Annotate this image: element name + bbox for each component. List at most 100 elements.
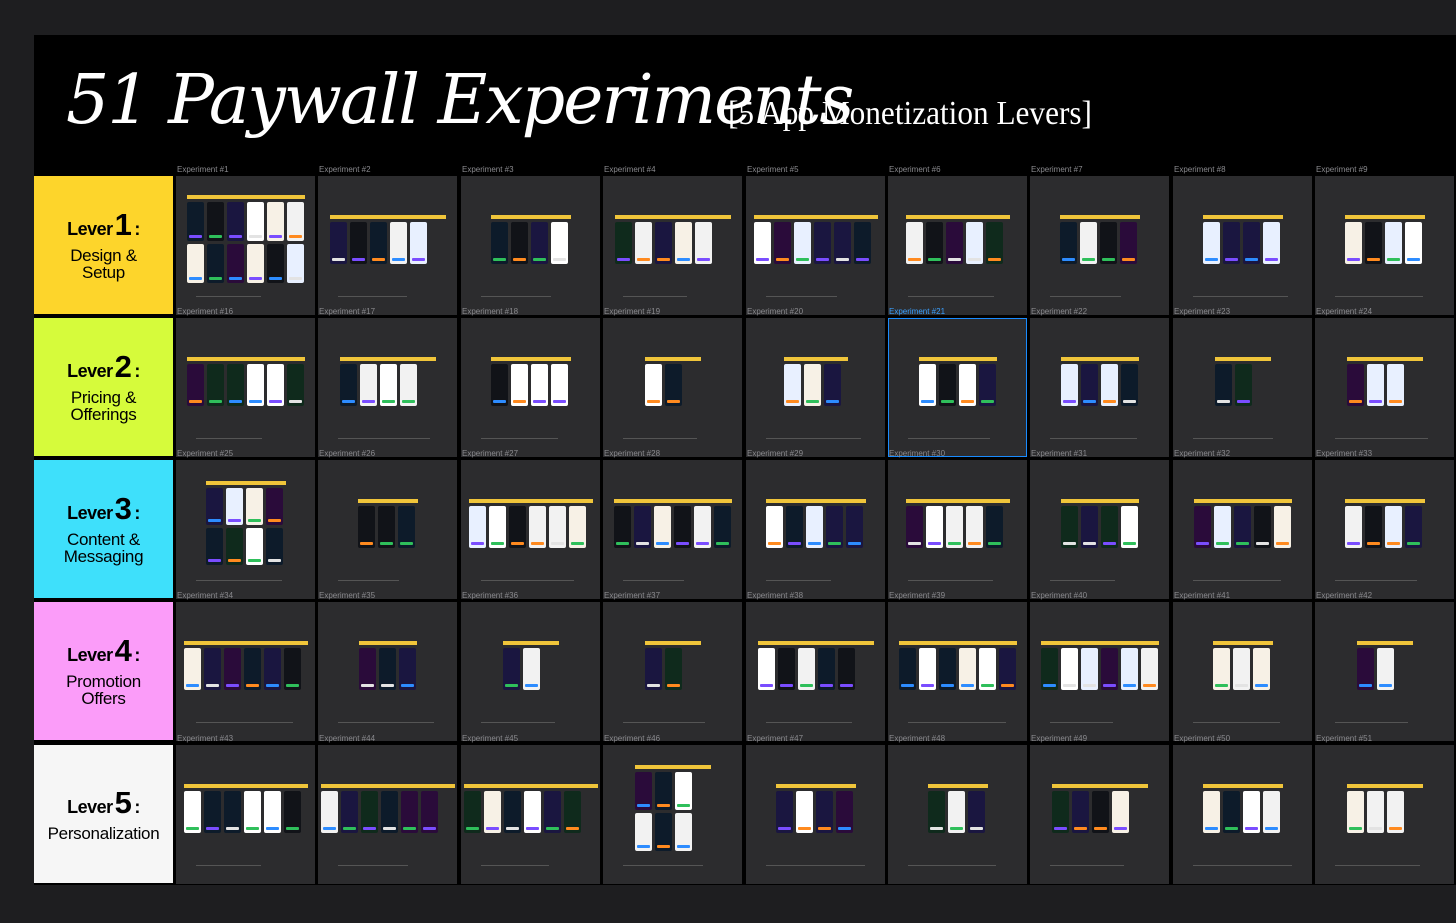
experiment-card[interactable] [888,318,1027,457]
mockup-cta-button [266,684,279,687]
experiment-card[interactable] [603,602,742,741]
paywall-screen-mockup [824,364,841,406]
mockup-cta-button [1369,400,1382,403]
experiment-card[interactable] [176,460,315,599]
thumbnail-caption-line [1050,722,1113,723]
paywall-screen-mockup [370,222,387,264]
experiment-label: Experiment #18 [462,307,519,316]
paywall-screen-mockup [491,222,508,264]
experiment-card[interactable] [318,460,457,599]
experiment-card[interactable] [746,318,885,457]
mockup-cta-button [677,845,690,848]
experiment-card[interactable] [461,602,600,741]
experiment-card[interactable] [1315,460,1454,599]
experiment-card[interactable] [1030,176,1169,315]
experiment-thumbnail [1194,499,1292,549]
experiment-card[interactable] [176,318,315,457]
paywall-screen-mockup [531,222,548,264]
mockup-cta-button [1407,258,1420,261]
thumbnail-caption-line [196,438,262,439]
experiment-card[interactable] [1173,745,1312,884]
lever-5-tile[interactable]: Lever 5 : Personalization [34,745,173,883]
experiment-label: Experiment #23 [1174,307,1231,316]
experiment-card[interactable] [461,745,600,884]
experiment-card[interactable] [318,745,457,884]
experiment-label: Experiment #45 [462,734,519,743]
paywall-screen-mockup [469,506,486,548]
mockup-cta-button [676,542,689,545]
experiment-card[interactable] [603,745,742,884]
mockup-cta-button [1255,684,1268,687]
experiment-card[interactable] [888,602,1027,741]
experiment-card[interactable] [1030,460,1169,599]
mockup-cta-button [229,235,242,238]
experiment-card[interactable] [1030,318,1169,457]
experiment-card[interactable] [603,176,742,315]
lever-description: Promotion Offers [66,672,141,708]
experiment-card[interactable] [1315,176,1454,315]
thumbnail-header-bar [906,215,1010,219]
experiment-card[interactable] [461,460,600,599]
experiment-card[interactable] [176,745,315,884]
mockup-cta-button [289,235,302,238]
experiment-card[interactable] [318,602,457,741]
experiment-card[interactable] [888,745,1027,884]
mockup-cta-button [637,845,650,848]
thumbnail-caption-line [908,438,990,439]
mockup-cta-button [798,827,811,830]
paywall-screen-mockup [814,222,831,264]
mockup-cta-button [1265,258,1278,261]
lever-4-tile[interactable]: Lever 4 : Promotion Offers [34,602,173,740]
experiment-card[interactable] [746,460,885,599]
paywall-screen-mockup [489,506,506,548]
experiment-card[interactable] [888,460,1027,599]
experiment-card[interactable] [1315,745,1454,884]
paywall-screen-mockup [966,222,983,264]
experiment-card[interactable] [746,176,885,315]
mockup-cta-button [1245,827,1258,830]
experiment-card[interactable] [746,602,885,741]
experiment-card[interactable] [176,602,315,741]
lever-1-tile[interactable]: Lever 1 : Design & Setup [34,176,173,314]
experiment-card[interactable] [1173,460,1312,599]
experiment-label: Experiment #31 [1031,449,1088,458]
experiment-card[interactable] [746,745,885,884]
paywall-screen-mockup [665,648,682,690]
paywall-screen-mockup [778,648,795,690]
experiment-card[interactable] [1173,602,1312,741]
mockup-cta-button [269,235,282,238]
experiment-card[interactable] [1315,602,1454,741]
thumbnail-caption-line [1193,296,1288,297]
paywall-screen-mockup [569,506,586,548]
experiment-card[interactable] [603,318,742,457]
experiment-thumbnail [906,215,1010,265]
experiment-thumbnail [645,357,701,407]
paywall-screen-mockup [529,506,546,548]
experiment-card[interactable] [461,176,600,315]
experiment-card[interactable] [1173,176,1312,315]
mockup-cta-button [511,542,524,545]
mockup-cta-button [493,400,506,403]
mockup-cta-button [289,277,302,280]
paywall-screen-mockup [838,648,855,690]
experiment-label: Experiment #9 [1316,165,1368,174]
experiment-thumbnail [184,784,308,834]
experiment-card[interactable] [1173,318,1312,457]
experiment-card[interactable] [461,318,600,457]
experiment-card[interactable] [318,176,457,315]
paywall-screen-mockup [1347,791,1364,833]
lever-3-tile[interactable]: Lever 3 : Content & Messaging [34,460,173,598]
experiment-card[interactable] [603,460,742,599]
experiment-card[interactable] [1030,602,1169,741]
lever-2-tile[interactable]: Lever 2 : Pricing & Offerings [34,318,173,456]
lever-description: Pricing & Offerings [70,388,137,424]
experiment-card[interactable] [1030,745,1169,884]
paywall-screen-mockup [184,648,201,690]
experiment-card[interactable] [176,176,315,315]
experiment-card[interactable] [1315,318,1454,457]
paywall-screen-mockup [1254,506,1271,548]
experiment-card[interactable] [888,176,1027,315]
mockup-cta-button [206,684,219,687]
mockup-cta-button [820,684,833,687]
experiment-card[interactable] [318,318,457,457]
